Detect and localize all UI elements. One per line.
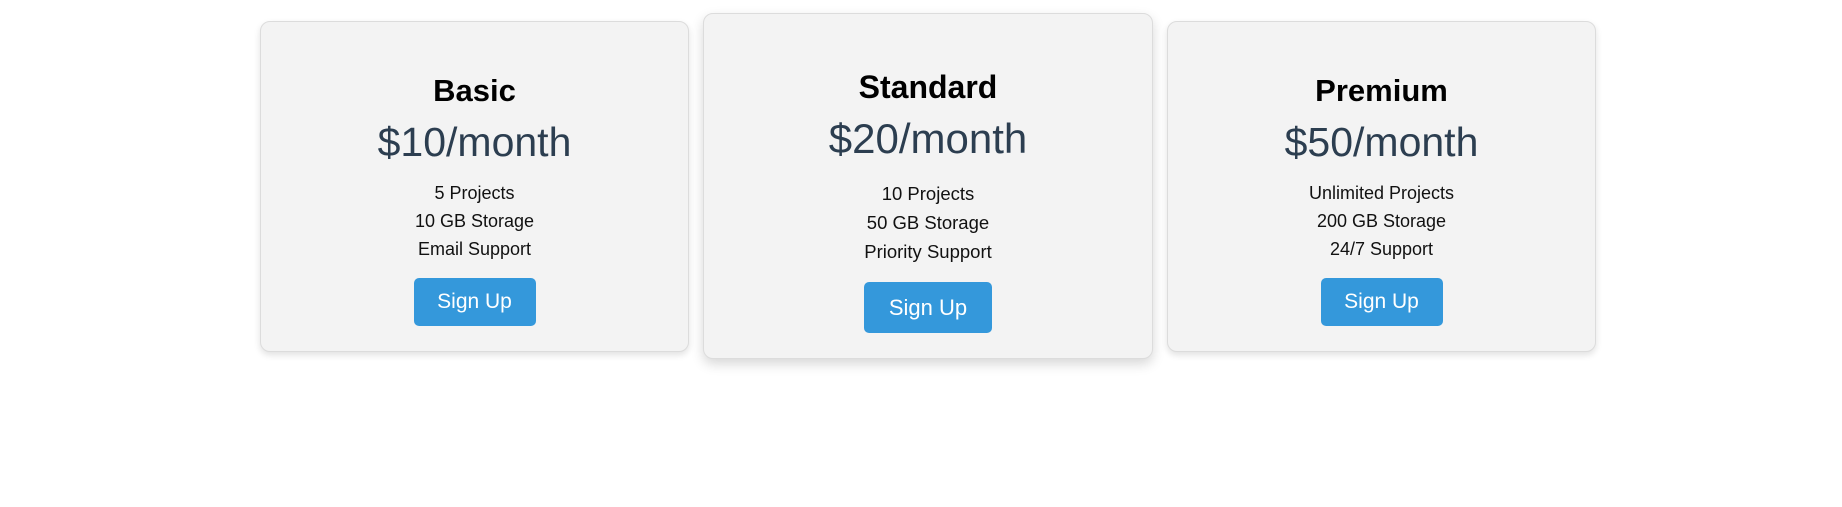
sign-up-button-basic[interactable]: Sign Up — [413, 278, 536, 326]
pricing-card-standard: Standard $20/month 10 Projects 50 GB Sto… — [703, 13, 1153, 359]
feature-item: Unlimited Projects — [1308, 183, 1455, 203]
plan-name: Basic — [433, 73, 516, 108]
feature-item: 24/7 Support — [1329, 239, 1434, 259]
feature-item: Priority Support — [864, 241, 992, 262]
plan-name: Standard — [858, 69, 998, 105]
feature-item: 5 Projects — [434, 183, 515, 203]
plan-name: Premium — [1315, 73, 1448, 108]
plan-price: $20/month — [828, 115, 1028, 162]
pricing-table: Basic $10/month 5 Projects 10 GB Storage… — [0, 0, 1842, 507]
feature-list: 10 Projects 50 GB Storage Priority Suppo… — [704, 179, 1152, 266]
feature-item: 10 Projects — [881, 183, 975, 204]
pricing-card-basic: Basic $10/month 5 Projects 10 GB Storage… — [260, 21, 689, 352]
feature-item: Email Support — [417, 239, 532, 259]
pricing-card-premium: Premium $50/month Unlimited Projects 200… — [1167, 21, 1596, 352]
feature-item: 200 GB Storage — [1316, 211, 1447, 231]
feature-item: 10 GB Storage — [414, 211, 535, 231]
sign-up-button-premium[interactable]: Sign Up — [1320, 278, 1443, 326]
feature-list: Unlimited Projects 200 GB Storage 24/7 S… — [1168, 179, 1595, 263]
feature-item: 50 GB Storage — [866, 212, 990, 233]
plan-price: $50/month — [1284, 119, 1479, 165]
sign-up-button-standard[interactable]: Sign Up — [864, 282, 992, 333]
feature-list: 5 Projects 10 GB Storage Email Support — [261, 179, 688, 263]
plan-price: $10/month — [377, 119, 572, 165]
